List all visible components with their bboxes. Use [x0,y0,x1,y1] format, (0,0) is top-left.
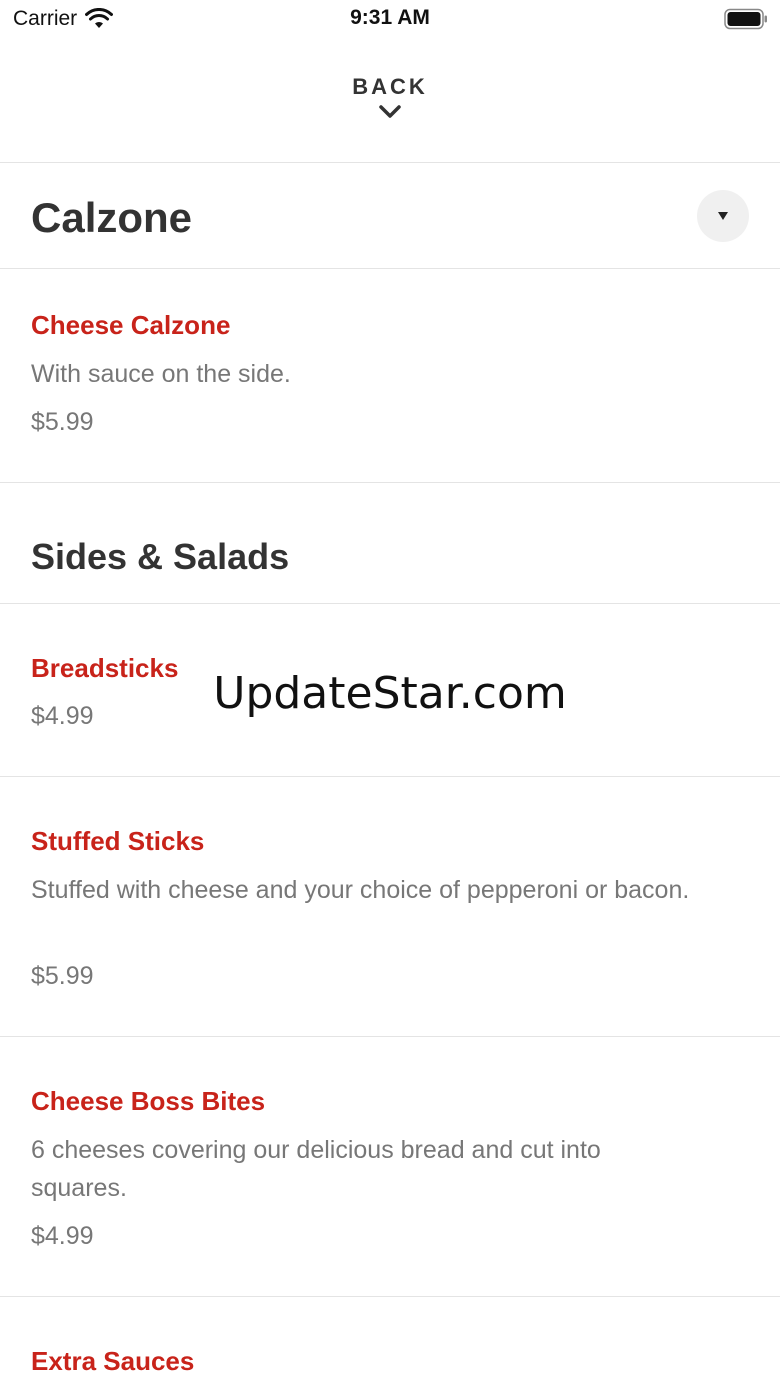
back-label: BACK [352,74,428,99]
watermark-text: UpdateStar.com [213,668,567,719]
divider [0,776,780,777]
item-description: 6 cheeses covering our delicious bread a… [31,1136,601,1202]
item-price: $5.99 [31,962,94,990]
divider [0,603,780,604]
item-name: Stuffed Sticks [31,826,205,856]
section-toggle-button[interactable] [697,190,749,242]
item-description: With sauce on the side. [31,360,291,388]
back-button[interactable]: BACK [0,60,780,160]
caret-down-icon [718,212,728,220]
section-title-calzone: Calzone [31,194,193,241]
item-name: Cheese Calzone [31,310,231,340]
chevron-down-icon [379,105,401,118]
status-bar: Carrier 9:31 AM [0,0,780,40]
item-price: $4.99 [31,1222,94,1250]
battery-full-icon [724,8,767,30]
item-description: Stuffed with cheese and your choice of p… [31,876,690,904]
divider [0,268,780,269]
divider [0,1296,780,1297]
section-title-sides-salads: Sides & Salads [31,536,290,577]
divider [0,1036,780,1037]
item-name: Cheese Boss Bites [31,1086,266,1116]
item-name: Extra Sauces [31,1346,195,1376]
divider [0,162,780,163]
item-price: $5.99 [31,408,94,436]
divider [0,482,780,483]
status-time: 9:31 AM [350,6,430,29]
